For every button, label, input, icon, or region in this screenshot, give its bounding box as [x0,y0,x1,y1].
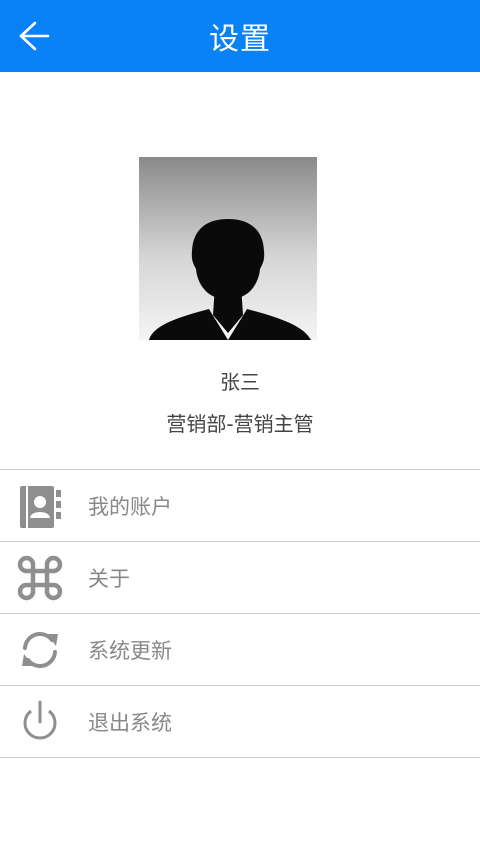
settings-menu: 我的账户 关于 系统更新 退出系统 [0,469,480,758]
refresh-icon [16,626,64,674]
user-department: 营销部-营销主管 [166,412,314,436]
back-button[interactable] [8,14,60,58]
profile-section: 张三 营销部-营销主管 [0,72,480,470]
user-name: 张三 [220,370,260,394]
app-header: 设置 [0,0,480,72]
menu-item-about[interactable]: 关于 [0,542,480,614]
menu-item-label: 关于 [88,567,130,591]
menu-item-label: 退出系统 [88,711,172,735]
page-title: 设置 [209,22,271,57]
menu-item-label: 我的账户 [88,495,172,519]
power-icon [16,698,64,746]
contact-book-icon [16,482,64,530]
menu-item-logout[interactable]: 退出系统 [0,686,480,758]
avatar[interactable] [139,157,317,340]
arrow-left-icon [19,21,50,51]
menu-item-my-account[interactable]: 我的账户 [0,470,480,542]
menu-item-system-update[interactable]: 系统更新 [0,614,480,686]
person-silhouette-icon [139,157,317,340]
menu-item-label: 系统更新 [88,639,172,663]
command-icon [16,554,64,602]
